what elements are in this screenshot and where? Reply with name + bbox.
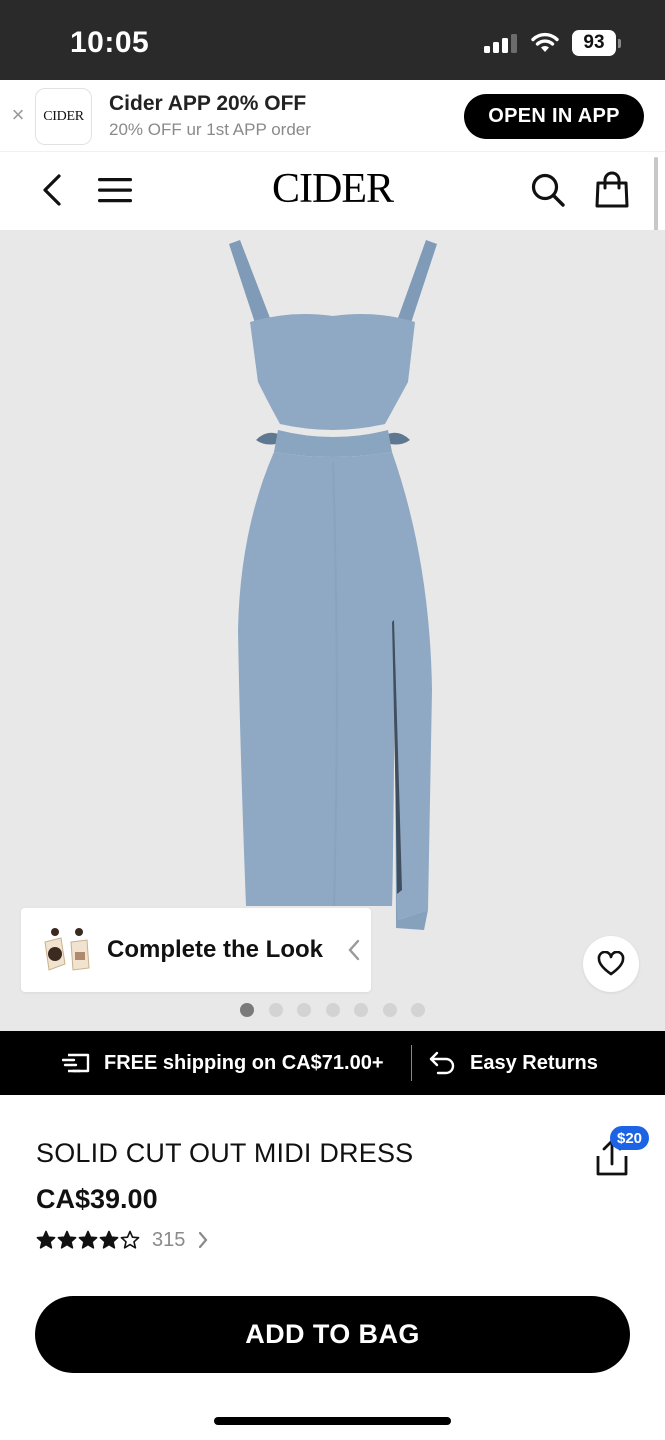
easy-returns-text: Easy Returns	[470, 1051, 598, 1074]
promo-strip: FREE shipping on CA$71.00+ Easy Returns	[0, 1031, 665, 1095]
status-icons: 93	[484, 30, 621, 56]
status-bar: 10:05 93	[0, 0, 665, 80]
product-price: CA$39.00	[36, 1184, 158, 1214]
app-install-banner: × CIDER Cider APP 20% OFF 20% OFF ur 1st…	[0, 80, 665, 152]
easy-returns-promo[interactable]: Easy Returns	[428, 1031, 598, 1095]
banner-title: Cider APP 20% OFF	[109, 92, 307, 115]
promo-divider	[411, 1045, 412, 1081]
bag-icon	[595, 171, 629, 208]
rating-row[interactable]: 315	[36, 1226, 209, 1254]
share-reward-badge: $20	[610, 1126, 650, 1150]
pagination-dot[interactable]	[297, 1003, 311, 1017]
star-filled-icon	[78, 1230, 98, 1249]
free-shipping-promo[interactable]: FREE shipping on CA$71.00+	[62, 1031, 384, 1095]
menu-icon	[98, 178, 132, 203]
pagination-dot[interactable]	[411, 1003, 425, 1017]
nav-bar: CIDER	[0, 152, 665, 230]
star-empty-icon	[120, 1230, 140, 1249]
back-icon	[43, 174, 61, 206]
brand-logo[interactable]: CIDER	[200, 165, 465, 213]
open-in-app-button[interactable]: OPEN IN APP	[464, 94, 644, 139]
star-filled-icon	[57, 1230, 77, 1249]
gallery-pagination	[240, 1003, 425, 1017]
pagination-dot[interactable]	[382, 1003, 397, 1017]
pagination-dot[interactable]	[325, 1003, 340, 1017]
earrings-thumbnail-icon	[35, 920, 97, 980]
heart-icon	[597, 951, 625, 976]
pagination-dot[interactable]	[268, 1003, 283, 1017]
back-button[interactable]	[32, 170, 72, 210]
star-filled-icon	[99, 1230, 119, 1249]
app-logo: CIDER	[35, 88, 92, 145]
search-button[interactable]	[528, 170, 568, 210]
bag-button[interactable]	[592, 170, 632, 210]
search-icon	[531, 173, 565, 207]
complete-the-look-label: Complete the Look	[107, 936, 324, 963]
review-count: 315	[152, 1228, 186, 1251]
complete-the-look-card[interactable]: Complete the Look	[21, 908, 371, 992]
chevron-left-icon[interactable]	[344, 935, 364, 965]
wifi-icon	[531, 32, 559, 52]
close-icon[interactable]: ×	[9, 104, 27, 126]
banner-subtitle: 20% OFF ur 1st APP order	[109, 120, 311, 139]
shipping-icon	[62, 1053, 90, 1073]
signal-icon	[484, 34, 517, 53]
home-indicator[interactable]	[214, 1417, 451, 1425]
add-to-bag-button[interactable]: ADD TO BAG	[35, 1296, 630, 1373]
star-rating	[36, 1230, 140, 1250]
wishlist-button[interactable]	[583, 936, 639, 992]
product-title: SOLID CUT OUT MIDI DRESS	[36, 1138, 414, 1168]
battery-level: 93	[572, 30, 616, 56]
free-shipping-text: FREE shipping on CA$71.00+	[104, 1051, 384, 1074]
return-icon	[429, 1051, 455, 1075]
battery-icon: 93	[572, 30, 621, 56]
pagination-dot[interactable]	[354, 1003, 368, 1017]
pagination-dot[interactable]	[240, 1003, 254, 1017]
status-time: 10:05	[70, 26, 150, 59]
star-filled-icon	[36, 1230, 56, 1249]
chevron-right-icon	[199, 1231, 208, 1249]
menu-button[interactable]	[95, 170, 135, 210]
